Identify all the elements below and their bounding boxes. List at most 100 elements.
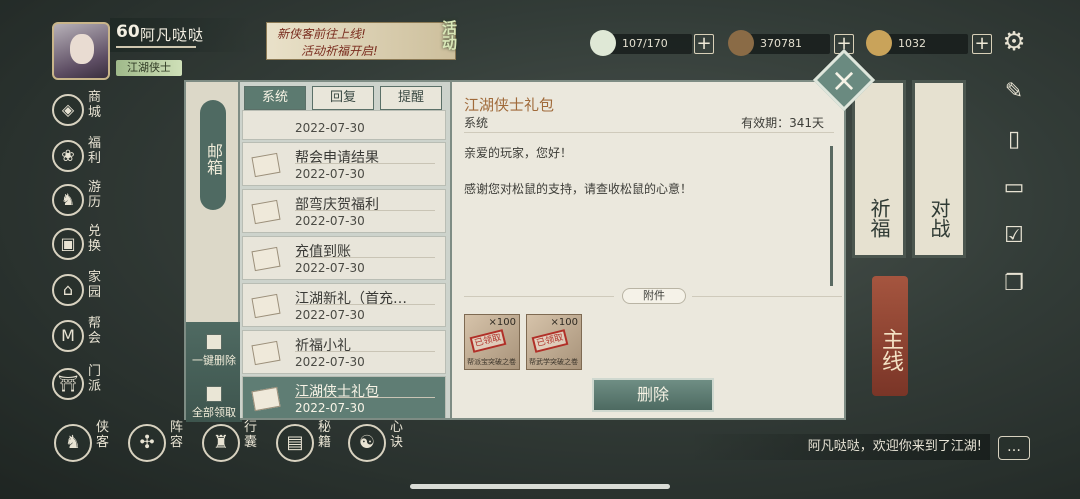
mail-item-selected[interactable]: 江湖侠士礼包 2022-07-30 [242, 376, 446, 418]
mail-item-date: 2022-07-30 [295, 308, 365, 322]
player-avatar[interactable] [52, 22, 110, 80]
nav-manual[interactable]: ▤ 秘籍 [276, 420, 338, 466]
nav-sect[interactable]: ⛩ 门派 [52, 364, 108, 404]
nav-hero-label: 侠客 [96, 420, 110, 450]
close-icon: × [830, 61, 858, 99]
chat-message[interactable]: 阿凡哒哒，欢迎你来到了江湖! [690, 434, 990, 460]
envelope-icon [251, 340, 281, 366]
mail-list[interactable]: 系统 回复 提醒 2022-07-30 帮会申请结果 2022-07-30 部弯… [240, 80, 450, 420]
nav-travel[interactable]: ♞ 游历 [52, 180, 108, 220]
home-icon: ⌂ [52, 274, 84, 306]
resource-gold-value: 1032 [898, 37, 926, 50]
claimed-stamp: 已领取 [469, 329, 507, 353]
attachment-name: 帮武学突破之卷 [529, 358, 578, 366]
envelope-icon [251, 199, 281, 225]
mail-item-date: 2022-07-30 [295, 167, 365, 181]
nav-exchange[interactable]: ▣ 兑换 [52, 224, 108, 264]
mail-detail-scrollbar[interactable] [830, 146, 833, 286]
nav-bag[interactable]: ♜ 行囊 [202, 420, 264, 466]
resource-silver-value: 370781 [760, 37, 802, 50]
mail-side-panel: 邮箱 一键删除 全部领取 [184, 80, 242, 422]
battle-banner[interactable]: 对战 [912, 80, 966, 258]
player-title-badge: 江湖侠士 [116, 60, 182, 76]
delete-all-button[interactable]: 一键删除 [186, 334, 242, 368]
add-gold-button[interactable]: + [972, 34, 992, 54]
nav-guild[interactable]: M 帮会 [52, 316, 108, 356]
mail-detail-divider [464, 132, 834, 133]
envelope-icon [251, 152, 281, 178]
mail-item-date: 2022-07-30 [295, 355, 365, 369]
jade-icon [590, 30, 616, 56]
attachment-item[interactable]: ×100 已领取 帮派宝突破之卷 [464, 314, 520, 370]
mail-item[interactable]: 2022-07-30 [242, 110, 446, 140]
mail-item[interactable]: 充值到账 2022-07-30 [242, 236, 446, 280]
delete-all-label: 一键删除 [192, 354, 236, 367]
nav-hero[interactable]: ♞ 侠客 [54, 420, 116, 466]
skill-icon: ☯ [348, 424, 386, 462]
event-banner-line2: 活动祈福开启! [301, 44, 378, 58]
mail-window: 邮箱 一键删除 全部领取 系统 回复 提醒 2022-07-30 帮会申请结果 … [184, 80, 846, 422]
add-jade-button[interactable]: + [694, 34, 714, 54]
main-quest-button[interactable]: 主线 [872, 276, 908, 396]
resource-jade: 107/170 [590, 30, 692, 56]
claim-all-button[interactable]: 全部领取 [186, 386, 242, 420]
manual-icon: ▤ [276, 424, 314, 462]
attachment-divider-left [464, 296, 614, 297]
envelope-icon [251, 386, 281, 412]
player-level: 60 [116, 22, 140, 42]
checklist-icon[interactable]: ☑ [1000, 222, 1028, 250]
nav-exchange-label: 兑换 [88, 224, 102, 254]
frame-icon[interactable]: ▭ [1000, 174, 1028, 202]
claim-icon [206, 386, 222, 402]
mail-item-divider [295, 163, 435, 164]
nav-formation-label: 阵容 [170, 420, 184, 450]
tab-system[interactable]: 系统 [244, 86, 306, 110]
brush-icon[interactable]: ✎ [1000, 78, 1028, 106]
attachment-item[interactable]: ×100 已领取 帮武学突破之卷 [526, 314, 582, 370]
nav-formation[interactable]: ✣ 阵容 [128, 420, 190, 466]
event-tag[interactable]: 活动 [424, 20, 460, 60]
tab-reply[interactable]: 回复 [312, 86, 374, 110]
mail-item-title: 江湖新礼（首充… [295, 291, 407, 307]
nav-skill[interactable]: ☯ 心诀 [348, 420, 410, 466]
tab-remind[interactable]: 提醒 [380, 86, 442, 110]
scroll-icon[interactable]: ▯ [1000, 126, 1028, 154]
silver-icon [728, 30, 754, 56]
envelope-icon [251, 246, 281, 272]
mail-item-divider [295, 304, 435, 305]
mail-item-title: 充值到账 [295, 244, 351, 260]
mail-detail-body: 感谢您对松鼠的支持，请查收松鼠的心意！ [464, 182, 693, 196]
mail-item-divider [295, 210, 435, 211]
chat-bubble-icon[interactable]: … [998, 436, 1030, 460]
nav-welfare-label: 福利 [88, 136, 102, 166]
attachment-qty: ×100 [488, 317, 516, 328]
mail-detail-title: 江湖侠士礼包 [464, 96, 555, 114]
book-icon[interactable]: ❐ [1000, 270, 1028, 298]
delete-mail-button[interactable]: 删除 [592, 378, 714, 412]
mail-item[interactable]: 江湖新礼（首充… 2022-07-30 [242, 283, 446, 327]
settings-gear-icon[interactable]: ⚙ [1000, 28, 1028, 56]
mail-detail: 江湖侠士礼包 系统 有效期：341天 亲爱的玩家，您好！ 感谢您对松鼠的支持，请… [450, 80, 846, 420]
attachment-qty: ×100 [550, 317, 578, 328]
nav-travel-label: 游历 [88, 180, 102, 210]
mail-item-divider [295, 397, 435, 398]
resource-gold: 1032 [866, 30, 968, 56]
attachment-label: 附件 [622, 288, 686, 304]
nav-mall[interactable]: ◈ 商城 [52, 90, 108, 130]
mail-item[interactable]: 部弯庆贺福利 2022-07-30 [242, 189, 446, 233]
mail-item[interactable]: 祈福小礼 2022-07-30 [242, 330, 446, 374]
mail-item[interactable]: 帮会申请结果 2022-07-30 [242, 142, 446, 186]
mail-item-title: 帮会申请结果 [295, 150, 379, 166]
nav-welfare[interactable]: ❀ 福利 [52, 136, 108, 176]
pray-banner[interactable]: 祈福 [852, 80, 906, 258]
mail-detail-greeting: 亲爱的玩家，您好！ [464, 146, 573, 160]
home-indicator [410, 484, 670, 489]
nav-skill-label: 心诀 [390, 420, 404, 450]
claim-all-label: 全部领取 [192, 406, 236, 419]
mail-detail-validity: 有效期：341天 [741, 116, 824, 130]
nav-guild-label: 帮会 [88, 316, 102, 346]
guild-icon: M [52, 320, 84, 352]
nav-home[interactable]: ⌂ 家园 [52, 270, 108, 310]
nav-bag-label: 行囊 [244, 420, 258, 450]
gold-icon [866, 30, 892, 56]
